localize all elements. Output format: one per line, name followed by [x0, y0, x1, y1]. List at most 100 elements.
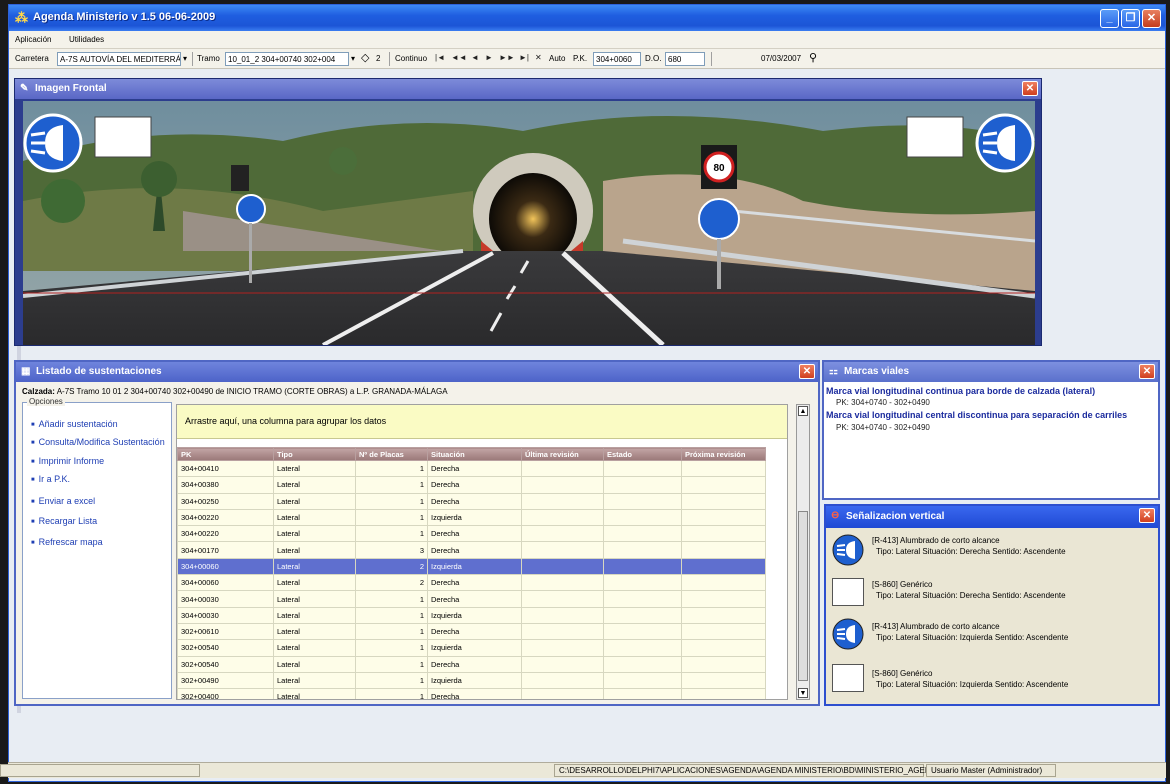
cell-pk[interactable]: 304+00170 [177, 541, 274, 559]
cell-proxima-revision[interactable] [681, 492, 766, 510]
cell-tipo[interactable]: Lateral [273, 671, 356, 690]
cell-ultima-revision[interactable] [521, 508, 604, 527]
cell-ultima-revision[interactable] [521, 557, 604, 576]
cell-ultima-revision[interactable] [521, 476, 604, 494]
cell-tipo[interactable]: Lateral [273, 508, 356, 527]
cell-ultima-revision[interactable] [521, 525, 604, 543]
cell-ultima-revision[interactable] [521, 688, 604, 699]
cell-proxima-revision[interactable] [681, 606, 766, 624]
col-proxima-revision[interactable]: Próxima revisión [681, 447, 766, 461]
cell-estado[interactable] [603, 639, 682, 657]
menu-utilidades[interactable]: Utilidades [69, 35, 104, 44]
do-field[interactable]: 680 [665, 52, 705, 66]
minimize-button[interactable]: _ [1100, 9, 1119, 28]
cell-placas[interactable]: 1 [355, 525, 428, 543]
table-row[interactable]: 302+00540 Lateral 1 Derecha [177, 655, 766, 673]
cell-pk[interactable]: 304+00220 [177, 508, 274, 527]
cell-proxima-revision[interactable] [681, 508, 766, 527]
cell-ultima-revision[interactable] [521, 541, 604, 559]
marca-item-title[interactable]: Marca vial longitudinal central disconti… [826, 410, 1158, 420]
cell-estado[interactable] [603, 671, 682, 690]
cell-pk[interactable]: 304+00030 [177, 606, 274, 624]
cell-estado[interactable] [603, 655, 682, 673]
cell-placas[interactable]: 1 [355, 655, 428, 673]
cell-situacion[interactable]: Derecha [427, 525, 522, 543]
marcas-close-button[interactable]: ✕ [1139, 364, 1155, 379]
consulta-modifica-link[interactable]: Consulta/Modifica Sustentación [31, 437, 165, 447]
cell-placas[interactable]: 1 [355, 639, 428, 657]
cell-tipo[interactable]: Lateral [273, 622, 356, 641]
col-ultima-revision[interactable]: Última revisión [521, 447, 604, 461]
cell-pk[interactable]: 304+00220 [177, 525, 274, 543]
cell-placas[interactable]: 1 [355, 671, 428, 690]
imprimir-informe-link[interactable]: Imprimir Informe [31, 456, 105, 466]
cell-placas[interactable]: 1 [355, 622, 428, 641]
chevron-down-icon[interactable]: ▾ [183, 54, 187, 63]
cell-pk[interactable]: 302+00540 [177, 655, 274, 673]
table-row[interactable]: 304+00030 Lateral 1 Izquierda [177, 606, 766, 624]
cell-tipo[interactable]: Lateral [273, 459, 356, 478]
chevron-down-icon[interactable]: ▾ [351, 54, 355, 63]
cell-pk[interactable]: 304+00060 [177, 557, 274, 576]
cell-tipo[interactable]: Lateral [273, 574, 356, 592]
senal-item-name[interactable]: [R-413] Alumbrado de corto alcance [872, 622, 1000, 631]
senal-item-name[interactable]: [R-413] Alumbrado de corto alcance [872, 536, 1000, 545]
table-row[interactable]: 302+00400 Lateral 1 Derecha [177, 688, 766, 699]
cell-estado[interactable] [603, 459, 682, 478]
close-button[interactable]: ✕ [1142, 9, 1161, 28]
table-row[interactable]: 304+00220 Lateral 1 Derecha [177, 525, 766, 543]
cell-placas[interactable]: 1 [355, 492, 428, 510]
cell-ultima-revision[interactable] [521, 606, 604, 624]
cell-pk[interactable]: 302+00490 [177, 671, 274, 690]
binoculars-icon[interactable]: ⚲ [809, 51, 817, 64]
cell-ultima-revision[interactable] [521, 574, 604, 592]
senal-item-name[interactable]: [S-860] Genérico [872, 669, 932, 678]
table-row[interactable]: 304+00170 Lateral 3 Derecha [177, 541, 766, 559]
cell-placas[interactable]: 1 [355, 606, 428, 624]
cell-estado[interactable] [603, 606, 682, 624]
cell-proxima-revision[interactable] [681, 639, 766, 657]
cell-proxima-revision[interactable] [681, 590, 766, 608]
restore-button[interactable]: ❐ [1121, 9, 1140, 28]
col-tipo[interactable]: Tipo [273, 447, 356, 461]
table-row[interactable]: 304+00410 Lateral 1 Derecha [177, 459, 766, 478]
scroll-thumb[interactable] [798, 511, 808, 681]
ir-a-pk-link[interactable]: Ir a P.K. [31, 474, 70, 484]
forward-icon[interactable]: ► [485, 53, 493, 62]
recargar-lista-link[interactable]: Recargar Lista [31, 516, 98, 526]
table-row[interactable]: 304+00060 Lateral 2 Izquierda [177, 557, 766, 576]
cell-situacion[interactable]: Derecha [427, 655, 522, 673]
table-row[interactable]: 302+00610 Lateral 1 Derecha [177, 622, 766, 641]
cell-proxima-revision[interactable] [681, 459, 766, 478]
cell-situacion[interactable]: Derecha [427, 476, 522, 494]
back-icon[interactable]: ◄ [471, 53, 479, 62]
cell-tipo[interactable]: Lateral [273, 639, 356, 657]
listado-close-button[interactable]: ✕ [799, 364, 815, 379]
cell-situacion[interactable]: Derecha [427, 574, 522, 592]
cell-pk[interactable]: 304+00250 [177, 492, 274, 510]
col-placas[interactable]: Nº de Placas [355, 447, 428, 461]
cell-situacion[interactable]: Derecha [427, 459, 522, 478]
cell-pk[interactable]: 304+00380 [177, 476, 274, 494]
cell-ultima-revision[interactable] [521, 590, 604, 608]
cell-ultima-revision[interactable] [521, 459, 604, 478]
cell-estado[interactable] [603, 557, 682, 576]
cell-placas[interactable]: 1 [355, 508, 428, 527]
first-icon[interactable]: |◄ [435, 53, 445, 62]
cell-proxima-revision[interactable] [681, 525, 766, 543]
fast-back-icon[interactable]: ◄◄ [451, 53, 467, 62]
cell-estado[interactable] [603, 622, 682, 641]
cell-tipo[interactable]: Lateral [273, 590, 356, 608]
cell-placas[interactable]: 2 [355, 557, 428, 576]
table-row[interactable]: 302+00490 Lateral 1 Izquierda [177, 671, 766, 690]
last-icon[interactable]: ►| [519, 53, 529, 62]
cell-estado[interactable] [603, 476, 682, 494]
cell-situacion[interactable]: Derecha [427, 622, 522, 641]
cell-situacion[interactable]: Derecha [427, 492, 522, 510]
cell-estado[interactable] [603, 688, 682, 699]
table-row[interactable]: 302+00540 Lateral 1 Izquierda [177, 639, 766, 657]
cell-situacion[interactable]: Derecha [427, 541, 522, 559]
grid-scrollbar[interactable]: ▲ ▼ [796, 404, 810, 700]
table-row[interactable]: 304+00250 Lateral 1 Derecha [177, 492, 766, 510]
cell-tipo[interactable]: Lateral [273, 492, 356, 510]
